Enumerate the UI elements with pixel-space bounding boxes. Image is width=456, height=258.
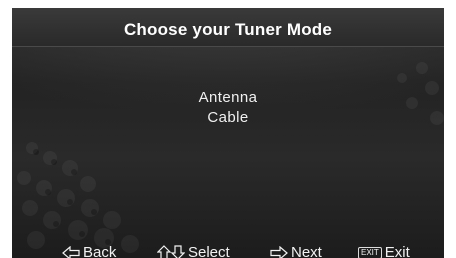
menu-item-antenna[interactable]: Antenna: [12, 88, 444, 108]
arrow-left-icon: [62, 246, 80, 258]
arrow-right-icon: [270, 246, 288, 258]
next-hint[interactable]: Next: [270, 244, 322, 258]
back-label: Back: [83, 244, 117, 258]
select-hint[interactable]: Select: [157, 244, 230, 258]
page-title: Choose your Tuner Mode: [123, 20, 333, 39]
exit-label: Exit: [384, 244, 410, 258]
exit-key-icon: EXIT: [358, 247, 382, 258]
tuner-mode-menu: Antenna Cable: [12, 88, 444, 128]
next-label: Next: [291, 244, 322, 258]
bubble-texture-background: [17, 62, 444, 253]
arrow-up-down-icon: [157, 245, 185, 258]
select-label: Select: [188, 244, 230, 258]
footer-hints: Back Select Next EXIT Exit: [12, 244, 444, 258]
exit-hint[interactable]: EXIT Exit: [358, 244, 410, 258]
back-hint[interactable]: Back: [62, 244, 116, 258]
tuner-mode-screen: Choose your Tuner Mode Antenna Cable Bac…: [12, 8, 444, 258]
menu-item-cable[interactable]: Cable: [12, 108, 444, 128]
